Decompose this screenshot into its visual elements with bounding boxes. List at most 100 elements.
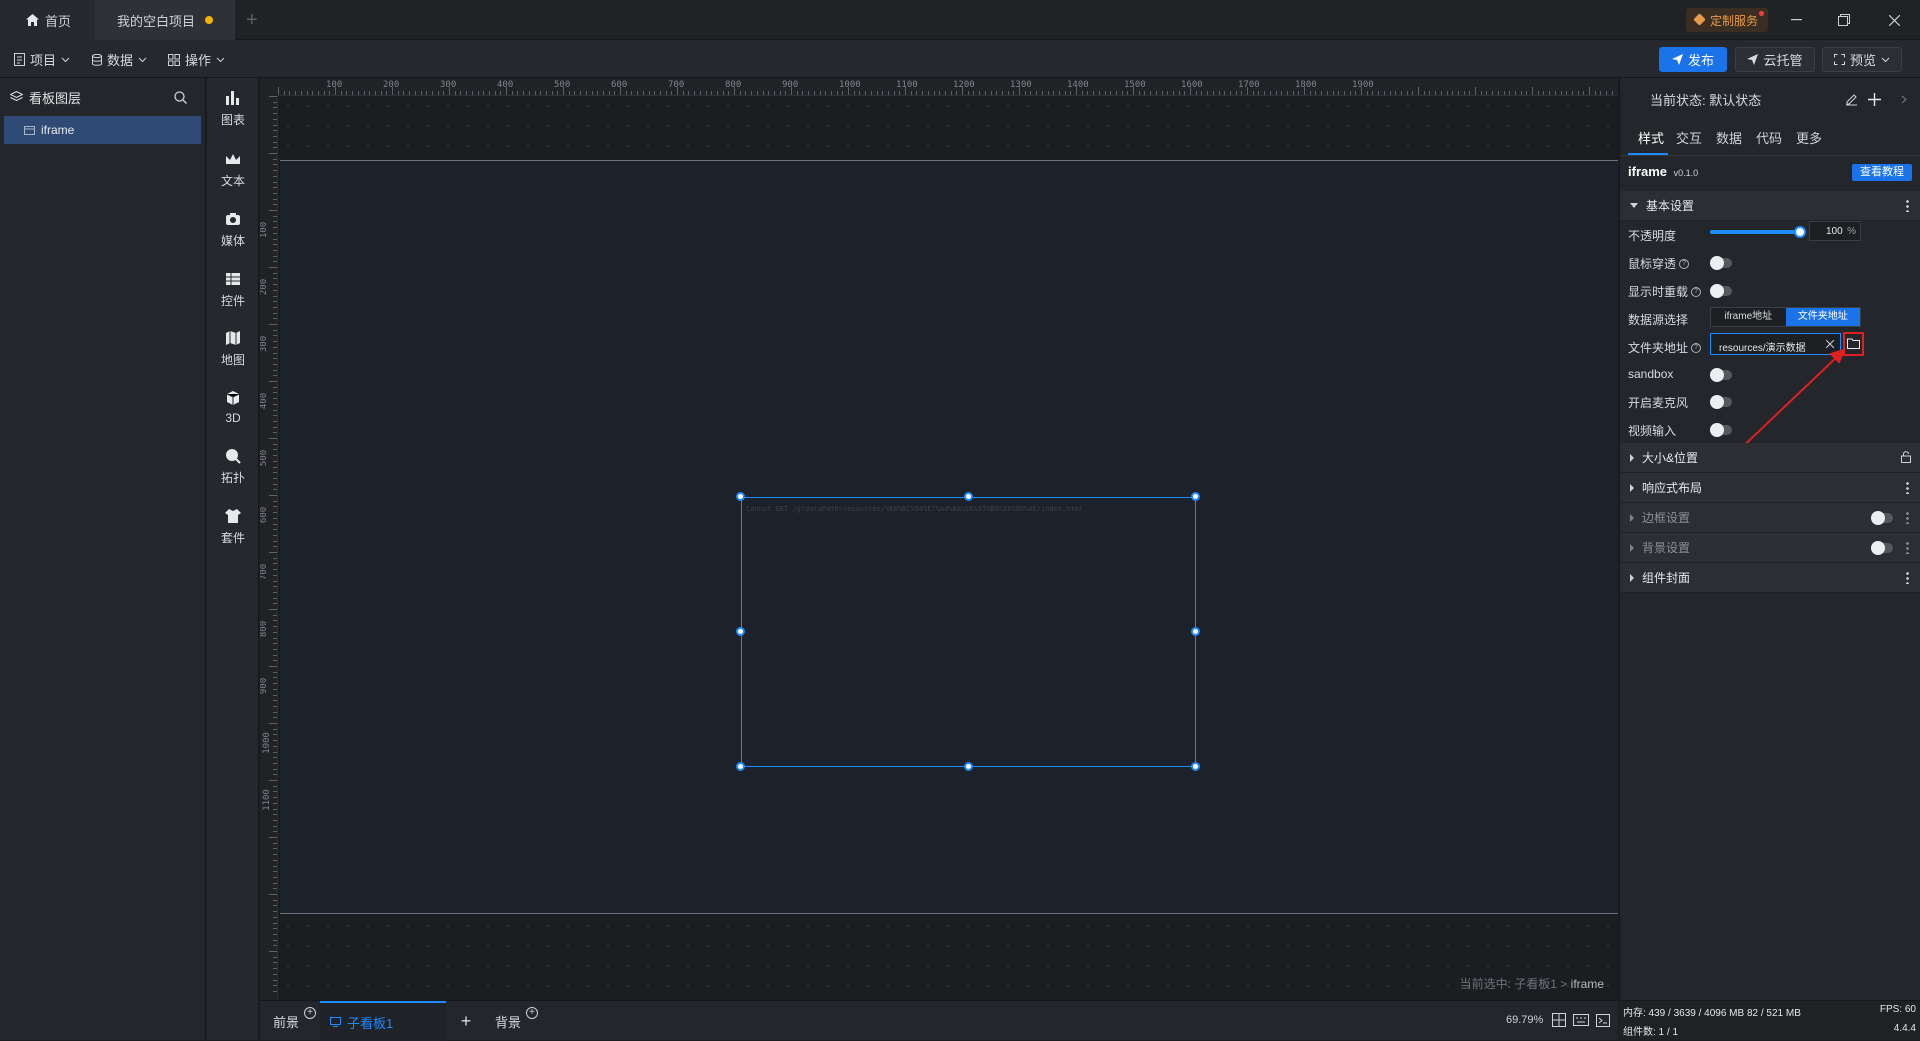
ruler-tick (273, 751, 277, 753)
horizontal-ruler[interactable]: 100 200 300 400 500 600 700 800 900 1000 1100 1200 1… (278, 78, 1618, 96)
resize-handle-ne[interactable] (1191, 492, 1200, 501)
publish-button[interactable]: 发布 (1659, 47, 1727, 72)
tab-background[interactable]: 背景 (486, 1001, 530, 1041)
current-state[interactable]: 当前状态: 默认状态 (1650, 90, 1761, 109)
menu-project[interactable]: 项目 (14, 50, 70, 69)
ruler-tick (756, 91, 758, 95)
resize-handle-w[interactable] (736, 627, 745, 636)
tab-style[interactable]: 样式 (1638, 128, 1664, 147)
menu-data[interactable]: 数据 (92, 50, 147, 69)
iframe-selection-box[interactable] (741, 497, 1196, 767)
resize-handle-se[interactable] (1191, 762, 1200, 771)
tab-foreground[interactable]: 前景 (264, 1001, 308, 1041)
ruler-tick (273, 164, 277, 166)
tab-more[interactable]: 更多 (1796, 128, 1822, 147)
add-background-button[interactable]: + (526, 1007, 538, 1019)
resize-handle-n[interactable] (964, 492, 973, 501)
ruler-tick (471, 91, 473, 95)
plus-icon[interactable] (1868, 93, 1881, 106)
cloud-host-button[interactable]: 云托管 (1735, 47, 1815, 72)
breadcrumb-item[interactable]: iframe (1571, 977, 1604, 991)
close-window-button[interactable] (1882, 8, 1906, 32)
keyboard-icon[interactable] (1573, 1014, 1589, 1026)
ruler-tick (454, 91, 456, 95)
help-icon[interactable]: ? (1691, 286, 1702, 297)
section-size-and-position[interactable]: 大小&位置 (1620, 443, 1920, 473)
restore-button[interactable] (1832, 8, 1856, 32)
mouse-through-toggle[interactable] (1710, 256, 1732, 270)
resize-handle-sw[interactable] (736, 762, 745, 771)
component-text[interactable]: 文本 (207, 151, 259, 189)
minimize-button[interactable] (1784, 8, 1808, 32)
layer-item-iframe[interactable]: iframe (4, 116, 201, 144)
ruler-tick (933, 91, 935, 95)
new-tab-button[interactable]: + (246, 0, 266, 40)
more-vertical-icon[interactable] (1906, 571, 1909, 584)
section-background-settings[interactable]: 背景设置 (1620, 533, 1920, 563)
add-subboard-button[interactable]: + (456, 1001, 476, 1041)
component-control[interactable]: 控件 (207, 271, 259, 309)
ruler-tick (269, 324, 277, 325)
more-vertical-icon[interactable] (1906, 541, 1909, 554)
preview-button[interactable]: 预览 (1822, 47, 1902, 72)
ruler-tick-label: 1500 (1124, 80, 1146, 90)
more-vertical-icon[interactable] (1906, 481, 1909, 494)
tab-code[interactable]: 代码 (1756, 128, 1782, 147)
border-toggle[interactable] (1871, 511, 1893, 525)
chevron-right-icon[interactable] (1901, 95, 1907, 104)
tab-subboard[interactable]: 子看板1 (320, 1001, 446, 1041)
document-icon (14, 53, 25, 66)
help-icon[interactable]: ? (1679, 258, 1690, 269)
ruler-tick (1121, 91, 1123, 95)
search-icon[interactable] (174, 91, 187, 104)
ruler-tick (273, 415, 277, 417)
section-border-settings[interactable]: 边框设置 (1620, 503, 1920, 533)
component-chart-label: 图表 (220, 113, 245, 127)
ruler-corner (260, 78, 278, 96)
custom-service-button[interactable]: 定制服务 (1686, 8, 1768, 32)
component-chart[interactable]: 图表 (207, 90, 259, 128)
edit-icon[interactable] (1845, 93, 1858, 106)
component-kit[interactable]: 套件 (207, 508, 259, 546)
ruler-tick (1150, 91, 1152, 95)
ruler-tick (273, 814, 277, 816)
resize-handle-s[interactable] (964, 762, 973, 771)
section-basic-settings[interactable]: 基本设置 (1620, 191, 1920, 221)
more-vertical-icon[interactable] (1906, 199, 1909, 212)
opacity-slider-thumb[interactable] (1794, 226, 1806, 238)
ruler-tick (273, 597, 277, 599)
tab-interaction[interactable]: 交互 (1676, 128, 1702, 147)
datasource-option-iframe[interactable]: iframe地址 (1711, 308, 1786, 326)
subboard-canvas[interactable]: Cannot GET /g?dataPath=resources/%E6%BC%… (280, 160, 1618, 914)
resize-handle-e[interactable] (1191, 627, 1200, 636)
fit-screen-icon[interactable] (1552, 1013, 1566, 1027)
ruler-tick (528, 91, 530, 95)
component-media[interactable]: 媒体 (207, 211, 259, 249)
vertical-ruler[interactable]: 100 200 300 400 500 600 700 800 900 1000 1100 (260, 96, 278, 1000)
terminal-icon[interactable] (1596, 1014, 1610, 1027)
add-foreground-button[interactable]: + (304, 1007, 316, 1019)
section-responsive-layout[interactable]: 响应式布局 (1620, 473, 1920, 503)
canvas-area[interactable]: Cannot GET /g?dataPath=resources/%E6%BC%… (260, 78, 1618, 1000)
tutorial-button[interactable]: 查看教程 (1852, 164, 1912, 181)
ruler-tick (1520, 91, 1522, 95)
opacity-input[interactable]: 100 % (1809, 221, 1861, 241)
section-component-cover[interactable]: 组件封面 (1620, 563, 1920, 593)
reload-on-show-toggle[interactable] (1710, 284, 1732, 298)
tab-data[interactable]: 数据 (1716, 128, 1742, 147)
background-toggle[interactable] (1871, 541, 1893, 555)
tab-foreground-label: 前景 (272, 1014, 299, 1030)
tab-project[interactable]: 我的空白项目 (95, 0, 235, 40)
resize-handle-nw[interactable] (736, 492, 745, 501)
component-map[interactable]: 地图 (207, 330, 259, 368)
lock-icon[interactable] (1901, 451, 1911, 463)
menu-operate[interactable]: 操作 (168, 50, 225, 69)
component-topology[interactable]: 拓扑 (207, 448, 259, 486)
opacity-slider[interactable] (1710, 226, 1806, 238)
component-3d[interactable]: 3D (207, 390, 259, 425)
tab-home[interactable]: 首页 (0, 0, 95, 40)
ruler-tick (273, 534, 277, 536)
datasource-option-folder[interactable]: 文件夹地址 (1785, 308, 1860, 326)
zoom-level[interactable]: 69.79% (1506, 1014, 1543, 1026)
more-vertical-icon[interactable] (1906, 511, 1909, 524)
